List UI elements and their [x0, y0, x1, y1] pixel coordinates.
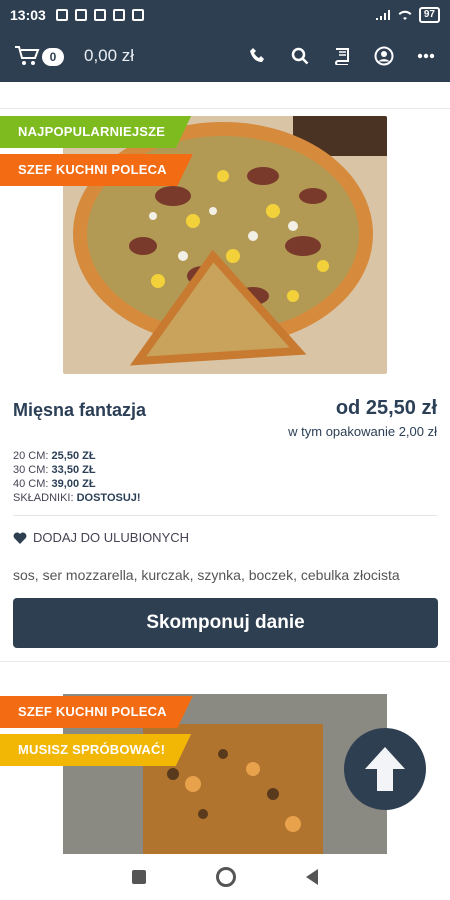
app-header: 0 0,00 zł — [0, 30, 450, 82]
home-button[interactable] — [216, 867, 236, 887]
packaging-note: w tym opakowanie 2,00 zł — [288, 424, 437, 439]
signal-icon — [375, 10, 390, 20]
mail-icon — [74, 9, 87, 21]
badge-chef-recommends: SZEF KUCHNI POLECA — [0, 696, 193, 728]
add-to-favorites[interactable]: DODAJ DO ULUBIONYCH — [13, 530, 189, 545]
back-button[interactable] — [306, 869, 318, 885]
wifi-icon — [398, 10, 412, 20]
more-icon[interactable] — [416, 46, 436, 66]
cart-icon — [15, 46, 40, 65]
product-price: od 25,50 zł — [335, 397, 437, 419]
usb-icon — [93, 9, 106, 21]
size-row[interactable]: 20 CM: 25,50 ZŁ — [13, 449, 141, 463]
shield-icon — [131, 9, 144, 21]
status-bar: 13:03 97 — [0, 0, 450, 30]
size-row[interactable]: 40 CM: 39,00 ZŁ — [13, 477, 141, 491]
divider — [13, 515, 437, 516]
system-nav-bar — [0, 854, 450, 900]
status-system-icons: 97 — [375, 7, 440, 23]
status-notification-icons — [55, 9, 144, 21]
phone-icon[interactable] — [248, 46, 268, 66]
product-separator — [0, 661, 450, 662]
account-icon[interactable] — [374, 46, 394, 66]
status-time: 13:03 — [10, 7, 46, 23]
add-to-favorites-label: DODAJ DO ULUBIONYCH — [33, 530, 190, 545]
heart-icon — [13, 531, 27, 544]
size-price-list: 20 CM: 25,50 ZŁ 30 CM: 33,50 ZŁ 40 CM: 3… — [13, 449, 141, 505]
menu-book-icon[interactable] — [332, 46, 352, 66]
recent-apps-button[interactable] — [132, 870, 146, 884]
badge-chef-recommends: SZEF KUCHNI POLECA — [0, 154, 193, 186]
ingredients-customize-row: SKŁADNIKI: DOSTOSUJ! — [13, 492, 141, 504]
cart-total[interactable]: 0,00 zł — [84, 46, 134, 66]
cart-count-badge: 0 — [42, 48, 64, 66]
arrow-up-icon — [365, 747, 405, 791]
compose-dish-button[interactable]: Skomponuj danie — [13, 598, 438, 648]
header-actions — [248, 46, 436, 66]
scroll-to-top-button[interactable] — [344, 728, 426, 810]
cart-button[interactable]: 0 — [14, 45, 64, 67]
check-icon — [112, 9, 125, 21]
ingredients-text: sos, ser mozzarella, kurczak, szynka, bo… — [13, 567, 400, 583]
badge-most-popular: NAJPOPULARNIEJSZE — [0, 116, 192, 148]
battery-icon: 97 — [418, 7, 440, 23]
customize-link[interactable]: DOSTOSUJ! — [77, 492, 141, 504]
top-divider — [0, 108, 450, 109]
product-list: NAJPOPULARNIEJSZE SZEF KUCHNI POLECA Mię… — [0, 82, 450, 854]
product-title[interactable]: Mięsna fantazja — [13, 400, 146, 421]
search-icon[interactable] — [290, 46, 310, 66]
size-row[interactable]: 30 CM: 33,50 ZŁ — [13, 463, 141, 477]
badge-must-try: MUSISZ SPRÓBOWAĆ! — [0, 734, 192, 766]
qr-icon — [55, 9, 68, 21]
